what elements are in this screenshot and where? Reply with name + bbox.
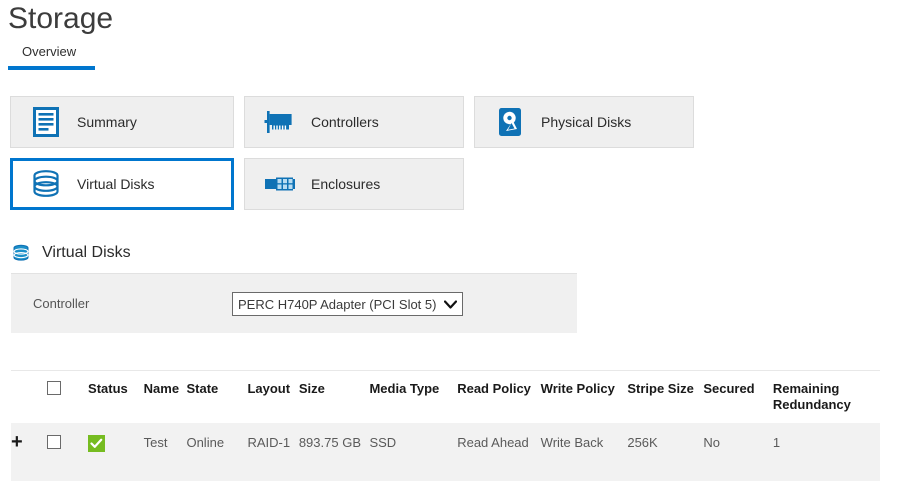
status-ok-icon <box>88 435 105 452</box>
td-remaining-redundancy: 1 <box>773 423 880 481</box>
database-icon <box>29 167 63 201</box>
td-read-policy: Read Ahead <box>457 423 540 481</box>
tile-virtual-disks-label: Virtual Disks <box>77 176 155 192</box>
virtual-disks-table: Status Name State Layout Size Media Type… <box>11 370 880 481</box>
th-read-policy[interactable]: Read Policy <box>457 371 540 423</box>
tile-enclosures[interactable]: Enclosures <box>244 158 464 210</box>
th-expand <box>11 371 47 423</box>
th-write-policy[interactable]: Write Policy <box>541 371 628 423</box>
hard-disk-icon <box>493 105 527 139</box>
td-media-type: SSD <box>369 423 457 481</box>
th-remaining-redundancy[interactable]: Remaining Redundancy <box>773 371 880 423</box>
enclosure-icon <box>263 167 297 201</box>
tile-virtual-disks[interactable]: Virtual Disks <box>10 158 234 210</box>
row-select-checkbox[interactable] <box>47 435 61 449</box>
td-status <box>88 423 144 481</box>
tab-active-indicator <box>8 66 95 70</box>
th-layout[interactable]: Layout <box>247 371 298 423</box>
tile-enclosures-label: Enclosures <box>311 176 380 192</box>
td-select <box>47 423 88 481</box>
td-write-policy: Write Back <box>541 423 628 481</box>
expand-row-icon[interactable]: + <box>11 435 23 449</box>
th-size[interactable]: Size <box>299 371 370 423</box>
th-stripe-size[interactable]: Stripe Size <box>627 371 703 423</box>
th-status[interactable]: Status <box>88 371 144 423</box>
th-select-all <box>47 371 88 423</box>
database-icon <box>12 242 32 264</box>
td-size: 893.75 GB <box>299 423 370 481</box>
tile-physical-disks-label: Physical Disks <box>541 114 631 130</box>
tile-controllers-label: Controllers <box>311 114 379 130</box>
select-all-checkbox[interactable] <box>47 381 61 395</box>
td-state: Online <box>186 423 247 481</box>
table-row: + Test Online RAID-1 <box>11 423 880 481</box>
td-secured: No <box>703 423 773 481</box>
page-title: Storage <box>8 0 113 38</box>
td-layout: RAID-1 <box>247 423 298 481</box>
th-media-type[interactable]: Media Type <box>369 371 457 423</box>
controller-label: Controller <box>33 296 89 311</box>
section-header-virtual-disks: Virtual Disks <box>12 242 131 264</box>
section-title: Virtual Disks <box>42 244 131 262</box>
chevron-down-icon <box>444 300 457 309</box>
controller-filter-panel: Controller PERC H740P Adapter (PCI Slot … <box>11 273 577 333</box>
pci-card-icon <box>263 105 297 139</box>
th-state[interactable]: State <box>186 371 247 423</box>
td-stripe-size: 256K <box>627 423 703 481</box>
controller-select[interactable]: PERC H740P Adapter (PCI Slot 5) <box>232 292 463 316</box>
document-lines-icon <box>29 105 63 139</box>
tile-summary[interactable]: Summary <box>10 96 234 148</box>
tile-summary-label: Summary <box>77 114 137 130</box>
tile-physical-disks[interactable]: Physical Disks <box>474 96 694 148</box>
table-header-row: Status Name State Layout Size Media Type… <box>11 371 880 423</box>
td-expand: + <box>11 423 47 481</box>
td-name: Test <box>144 423 187 481</box>
tab-overview[interactable]: Overview <box>8 42 90 62</box>
tile-controllers[interactable]: Controllers <box>244 96 464 148</box>
controller-select-value: PERC H740P Adapter (PCI Slot 5) <box>233 297 444 312</box>
th-secured[interactable]: Secured <box>703 371 773 423</box>
storage-page: Storage Overview Summary <box>0 0 898 500</box>
th-name[interactable]: Name <box>144 371 187 423</box>
